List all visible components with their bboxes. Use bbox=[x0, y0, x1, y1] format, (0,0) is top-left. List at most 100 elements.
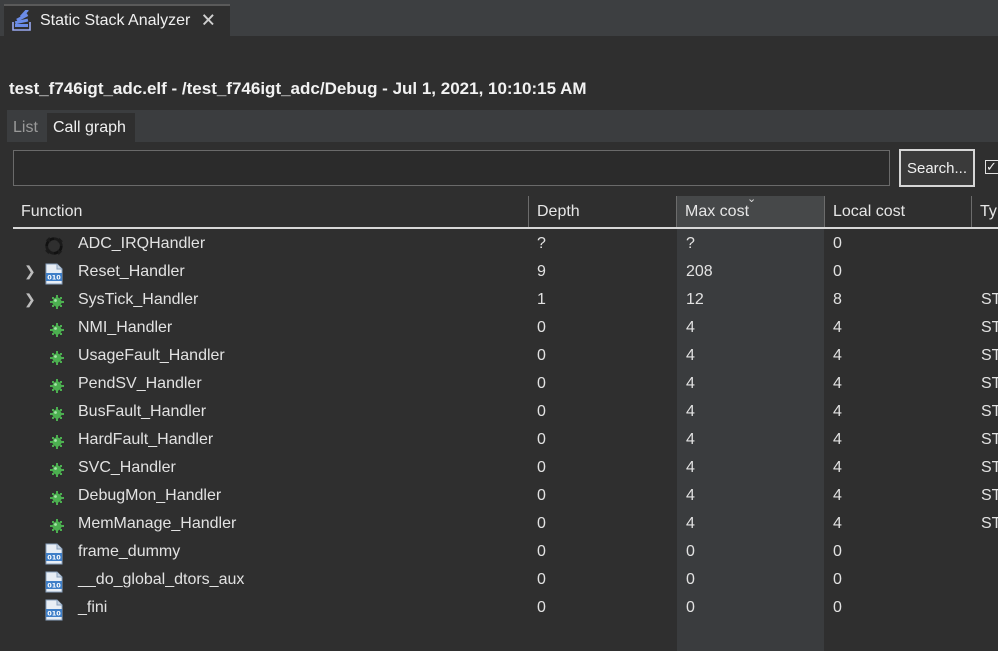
view-tab-title: Static Stack Analyzer bbox=[40, 12, 191, 29]
function-name: __do_global_dtors_aux bbox=[78, 571, 245, 588]
svg-text:010: 010 bbox=[47, 274, 61, 282]
function-icon bbox=[44, 515, 68, 537]
function-name: PendSV_Handler bbox=[78, 375, 202, 392]
type-value: ST bbox=[981, 515, 998, 532]
depth-value: 0 bbox=[537, 319, 546, 336]
local-cost-value: 4 bbox=[833, 403, 842, 420]
max-cost-value: 208 bbox=[686, 263, 713, 280]
column-header-depth[interactable]: Depth bbox=[528, 196, 676, 227]
function-icon bbox=[44, 291, 68, 313]
column-header-local-cost[interactable]: Local cost bbox=[824, 196, 971, 227]
tree-row[interactable]: NMI_Handler 0 4 4 ST bbox=[0, 315, 998, 343]
depth-value: 0 bbox=[537, 487, 546, 504]
stack-analyzer-icon bbox=[12, 10, 31, 31]
tree-row[interactable]: ❯ 010 Reset_Handler 9 208 0 bbox=[0, 259, 998, 287]
max-cost-value: 0 bbox=[686, 543, 695, 560]
max-cost-value: 4 bbox=[686, 403, 695, 420]
function-name: frame_dummy bbox=[78, 543, 181, 560]
depth-value: ? bbox=[537, 235, 546, 252]
function-name: _fini bbox=[78, 599, 108, 616]
function-name: Reset_Handler bbox=[78, 263, 185, 280]
function-name: HardFault_Handler bbox=[78, 431, 214, 448]
tree-row[interactable]: SVC_Handler 0 4 4 ST bbox=[0, 455, 998, 483]
function-name: SysTick_Handler bbox=[78, 291, 199, 308]
tree-row[interactable]: ADC_IRQHandler?? 0 bbox=[0, 231, 998, 259]
max-cost-value: 4 bbox=[686, 515, 695, 532]
function-icon bbox=[44, 347, 68, 369]
filter-checkbox[interactable]: ✓ bbox=[985, 160, 998, 174]
object-file-icon: 010 bbox=[44, 543, 68, 565]
view-tab-static-stack-analyzer[interactable]: Static Stack Analyzer 🗙 bbox=[4, 4, 230, 36]
max-cost-value: 4 bbox=[686, 319, 695, 336]
max-cost-value: 4 bbox=[686, 431, 695, 448]
depth-value: 0 bbox=[537, 347, 546, 364]
tree-row[interactable]: 010 _fini 0 0 0 bbox=[0, 595, 998, 623]
local-cost-value: 0 bbox=[833, 543, 842, 560]
max-cost-value: ? bbox=[686, 235, 695, 252]
function-icon bbox=[44, 403, 68, 425]
tree-row[interactable]: 010 frame_dummy 0 0 0 bbox=[0, 539, 998, 567]
depth-value: 0 bbox=[537, 403, 546, 420]
type-value: ST bbox=[981, 431, 998, 448]
max-cost-value: 4 bbox=[686, 459, 695, 476]
function-icon bbox=[44, 431, 68, 453]
type-value: ST bbox=[981, 347, 998, 364]
function-name: ADC_IRQHandler bbox=[78, 235, 206, 252]
max-cost-value: 4 bbox=[686, 487, 695, 504]
type-value: ST bbox=[981, 375, 998, 392]
function-name: UsageFault_Handler bbox=[78, 347, 225, 364]
local-cost-value: 0 bbox=[833, 263, 842, 280]
local-cost-value: 4 bbox=[833, 347, 842, 364]
type-value: ST bbox=[981, 319, 998, 336]
type-value: ST bbox=[981, 459, 998, 476]
local-cost-value: 4 bbox=[833, 515, 842, 532]
column-header-type[interactable]: Ty bbox=[971, 196, 998, 227]
local-cost-value: 4 bbox=[833, 431, 842, 448]
local-cost-value: 4 bbox=[833, 487, 842, 504]
local-cost-value: 8 bbox=[833, 291, 842, 308]
svg-text:010: 010 bbox=[47, 554, 61, 562]
tree-row[interactable]: UsageFault_Handler 0 4 4 ST bbox=[0, 343, 998, 371]
object-file-icon: 010 bbox=[44, 599, 68, 621]
tree-row[interactable]: PendSV_Handler 0 4 4 ST bbox=[0, 371, 998, 399]
call-graph-tree: ADC_IRQHandler?? 0 ❯ 010 Reset_Handler 9 208 0 ❯… bbox=[0, 231, 998, 623]
function-name: MemManage_Handler bbox=[78, 515, 237, 532]
local-cost-value: 0 bbox=[833, 599, 842, 616]
max-cost-value: 0 bbox=[686, 599, 695, 616]
function-icon bbox=[44, 459, 68, 481]
tree-row[interactable]: DebugMon_Handler 0 4 4 ST bbox=[0, 483, 998, 511]
tree-row[interactable]: BusFault_Handler 0 4 4 ST bbox=[0, 399, 998, 427]
expand-chevron-icon[interactable]: ❯ bbox=[24, 291, 36, 308]
inner-tab-bar: List Call graph bbox=[7, 110, 998, 142]
close-icon[interactable]: 🗙 bbox=[202, 8, 214, 35]
max-cost-value: 4 bbox=[686, 347, 695, 364]
type-value: ST bbox=[981, 291, 998, 308]
expand-chevron-icon[interactable]: ❯ bbox=[24, 263, 36, 280]
tree-row[interactable]: 010 __do_global_dtors_aux 0 0 0 bbox=[0, 567, 998, 595]
object-file-icon: 010 bbox=[44, 263, 68, 285]
depth-value: 9 bbox=[537, 263, 546, 280]
depth-value: 0 bbox=[537, 375, 546, 392]
tab-list[interactable]: List bbox=[7, 113, 44, 142]
depth-value: 0 bbox=[537, 431, 546, 448]
type-value: ST bbox=[981, 487, 998, 504]
recursion-icon bbox=[44, 235, 68, 257]
local-cost-value: 0 bbox=[833, 235, 842, 252]
search-input[interactable] bbox=[13, 150, 890, 186]
max-cost-value: 0 bbox=[686, 571, 695, 588]
table-header: Function Depth Max cost ⌄ Local cost Ty bbox=[13, 193, 998, 229]
max-cost-value: 4 bbox=[686, 375, 695, 392]
tree-row[interactable]: ❯ SysTick_Handler 1 12 8 ST bbox=[0, 287, 998, 315]
search-button[interactable]: Search... bbox=[899, 149, 975, 187]
function-name: SVC_Handler bbox=[78, 459, 176, 476]
tab-call-graph[interactable]: Call graph bbox=[47, 113, 135, 142]
function-name: NMI_Handler bbox=[78, 319, 173, 336]
column-header-function[interactable]: Function bbox=[13, 196, 528, 227]
tree-row[interactable]: MemManage_Handler 0 4 4 ST bbox=[0, 511, 998, 539]
depth-value: 0 bbox=[537, 571, 546, 588]
svg-text:010: 010 bbox=[47, 610, 61, 618]
function-icon bbox=[44, 319, 68, 341]
column-header-max-cost[interactable]: Max cost ⌄ bbox=[676, 193, 824, 227]
tree-row[interactable]: HardFault_Handler 0 4 4 ST bbox=[0, 427, 998, 455]
column-header-max-cost-label: Max cost bbox=[685, 202, 750, 220]
